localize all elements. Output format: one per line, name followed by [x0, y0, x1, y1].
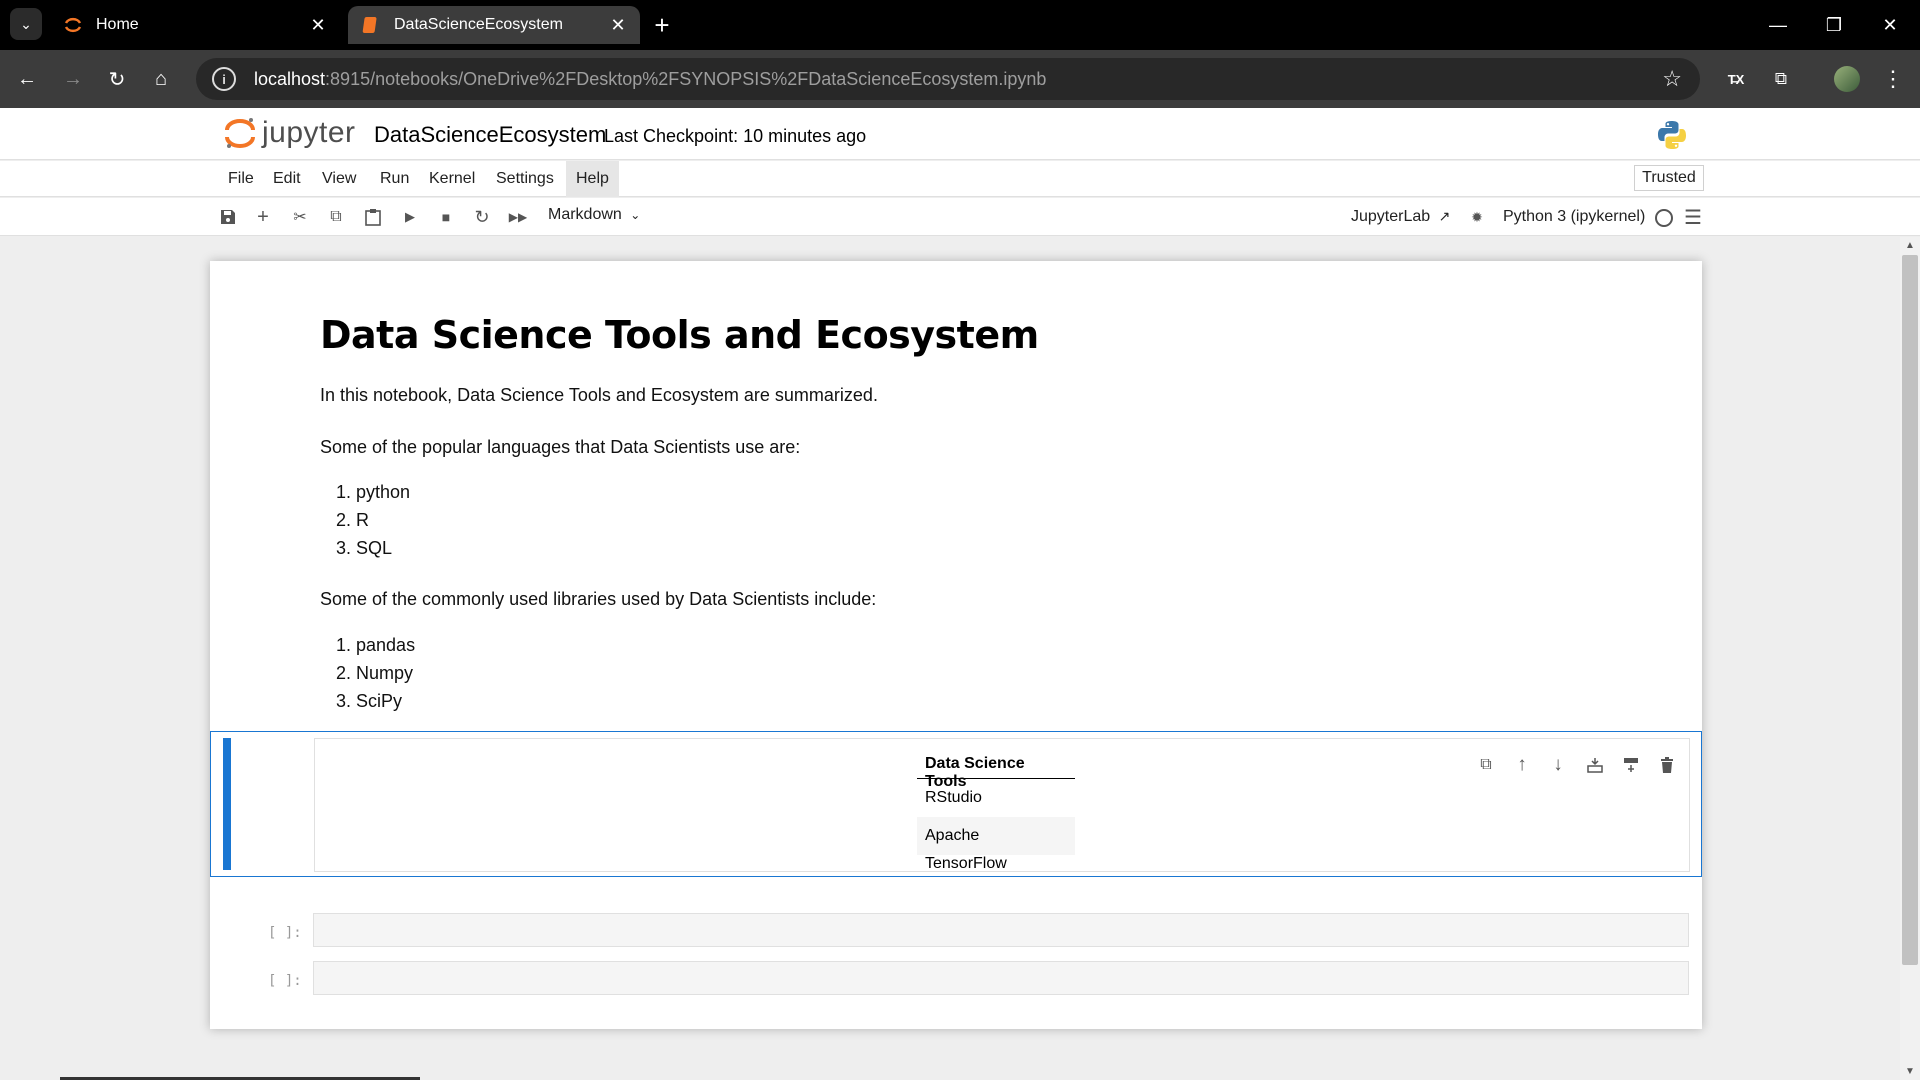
extensions-puzzle-icon[interactable]: ⧉ — [1766, 64, 1796, 94]
fast-forward-icon[interactable]: ▶▶ — [506, 205, 530, 229]
delete-cell-icon[interactable] — [1655, 753, 1679, 777]
browser-address-bar: ← → ↻ ⌂ i localhost:8915/notebooks/OneDr… — [0, 50, 1920, 108]
notebook-name[interactable]: DataScienceEcosystem — [374, 122, 606, 148]
jupyter-logo-icon — [224, 116, 256, 150]
vertical-scrollbar[interactable]: ▲ ▼ — [1900, 237, 1920, 1080]
property-inspector-icon[interactable]: ☰ — [1681, 205, 1705, 229]
execution-prompt: [ ]: — [268, 973, 302, 989]
code-cell-input[interactable] — [313, 961, 1689, 995]
debugger-bug-icon[interactable]: ✹ — [1465, 205, 1489, 229]
menu-help[interactable]: Help — [566, 161, 619, 197]
run-icon[interactable]: ▶ — [398, 205, 422, 229]
chevron-down-icon: ⌄ — [630, 208, 641, 222]
table-row: TensorFlow — [925, 855, 1007, 872]
restart-icon[interactable]: ↻ — [470, 205, 494, 229]
kernel-name[interactable]: Python 3 (ipykernel) — [1503, 208, 1645, 226]
new-tab-button[interactable]: + — [648, 10, 676, 40]
copy-icon[interactable]: ⧉ — [324, 205, 348, 229]
cut-icon[interactable]: ✂ — [288, 205, 312, 229]
kernel-status-icon — [1655, 209, 1673, 227]
tab-search-button[interactable]: ⌄ — [10, 8, 42, 40]
menu-bar: File Edit View Run Kernel Settings Help … — [0, 161, 1920, 197]
list-item: 3. SQL — [336, 538, 393, 558]
menu-run[interactable]: Run — [370, 161, 419, 197]
url-field[interactable]: i localhost:8915/notebooks/OneDrive%2FDe… — [196, 58, 1700, 100]
last-checkpoint: Last Checkpoint: 10 minutes ago — [604, 126, 867, 146]
notebook-heading: Data Science Tools and Ecosystem — [320, 313, 1039, 357]
duplicate-cell-icon[interactable]: ⧉ — [1474, 753, 1498, 777]
table-row: RStudio — [925, 789, 982, 806]
bookmark-star-icon[interactable]: ☆ — [1662, 66, 1682, 92]
profile-avatar[interactable] — [1834, 66, 1860, 92]
insert-below-icon[interactable] — [1619, 753, 1643, 777]
insert-above-icon[interactable] — [1583, 753, 1607, 777]
jupyter-wordmark: jupyter — [262, 116, 356, 149]
menu-settings[interactable]: Settings — [486, 161, 564, 197]
tab-notebook[interactable]: DataScienceEcosystem ✕ — [348, 6, 640, 44]
browser-tab-bar: ⌄ Home ✕ DataScienceEcosystem ✕ + — ❐ ✕ — [0, 0, 1920, 50]
execution-prompt: [ ]: — [268, 925, 302, 941]
tab-title: DataScienceEcosystem — [394, 16, 563, 33]
save-icon[interactable] — [216, 205, 240, 229]
intro-text: In this notebook, Data Science Tools and… — [320, 385, 878, 405]
python-logo-icon — [1657, 120, 1687, 150]
insert-cell-icon[interactable]: + — [251, 205, 275, 229]
tab-title: Home — [96, 16, 139, 33]
menu-view[interactable]: View — [312, 161, 366, 197]
tab-close-icon[interactable]: ✕ — [608, 15, 628, 36]
open-jupyterlab-button[interactable]: JupyterLab ↗ — [1351, 208, 1450, 226]
cell-type-select[interactable]: Markdown ⌄ — [548, 206, 640, 224]
minimize-button[interactable]: — — [1758, 10, 1798, 40]
chevron-down-icon: ⌄ — [20, 15, 32, 32]
jupyter-logo[interactable]: jupyter — [224, 116, 356, 150]
menu-file[interactable]: File — [218, 161, 264, 197]
close-window-button[interactable]: ✕ — [1870, 10, 1910, 40]
table-row: Apache — [917, 817, 1075, 855]
list-item: 1. python — [336, 482, 411, 502]
restore-button[interactable]: ❐ — [1814, 10, 1854, 40]
stop-icon[interactable]: ■ — [434, 205, 458, 229]
jupyterlab-label: JupyterLab — [1351, 208, 1431, 225]
rendered-markdown-table[interactable]: Data Science Tools RStudio Apache Tensor… — [314, 738, 1690, 872]
tab-close-icon[interactable]: ✕ — [308, 15, 328, 36]
notebook-favicon-icon — [360, 14, 382, 36]
list-item: 2. Numpy — [336, 663, 414, 683]
list-item: 2. R — [336, 510, 370, 530]
scroll-down-icon[interactable]: ▼ — [1905, 1066, 1915, 1077]
selected-cell[interactable]: Data Science Tools RStudio Apache Tensor… — [210, 731, 1702, 877]
jupyter-header: jupyter DataScienceEcosystem Last Checkp… — [0, 108, 1920, 160]
list-item: 3. SciPy — [336, 691, 403, 711]
move-up-icon[interactable]: ↑ — [1510, 753, 1534, 777]
languages-intro: Some of the popular languages that Data … — [320, 437, 801, 457]
home-button[interactable]: ⌂ — [146, 64, 176, 94]
url-host: localhost — [254, 68, 326, 89]
cell-collapser[interactable] — [223, 738, 231, 870]
tab-home[interactable]: Home ✕ — [50, 6, 340, 44]
translate-extension-icon[interactable]: T̶X — [1721, 64, 1751, 94]
scroll-up-icon[interactable]: ▲ — [1905, 240, 1915, 251]
menu-kernel[interactable]: Kernel — [419, 161, 485, 197]
browser-menu-icon[interactable]: ⋮ — [1878, 64, 1908, 94]
trusted-indicator[interactable]: Trusted — [1634, 165, 1704, 191]
move-down-icon[interactable]: ↓ — [1546, 753, 1570, 777]
jupyter-favicon-icon — [62, 14, 84, 36]
back-button[interactable]: ← — [12, 64, 42, 94]
table-header: Data Science Tools — [917, 749, 1075, 790]
cell-type-value: Markdown — [548, 206, 622, 223]
libraries-intro: Some of the commonly used libraries used… — [320, 589, 877, 609]
menu-edit[interactable]: Edit — [263, 161, 311, 197]
url-path: :8915/notebooks/OneDrive%2FDesktop%2FSYN… — [325, 68, 1047, 89]
notebook-toolbar: + ✂ ⧉ ▶ ■ ↻ ▶▶ Markdown ⌄ JupyterLab ↗ ✹… — [0, 198, 1920, 236]
site-info-icon[interactable]: i — [212, 67, 236, 91]
code-cell-input[interactable] — [313, 913, 1689, 947]
notebook-page: Data Science Tools and Ecosystem In this… — [210, 261, 1702, 1029]
list-item: 1. pandas — [336, 635, 416, 655]
forward-button[interactable]: → — [58, 64, 88, 94]
paste-icon[interactable] — [361, 205, 385, 229]
scrollbar-thumb[interactable] — [1902, 255, 1918, 965]
external-link-icon: ↗ — [1438, 208, 1451, 224]
reload-button[interactable]: ↻ — [102, 64, 132, 94]
